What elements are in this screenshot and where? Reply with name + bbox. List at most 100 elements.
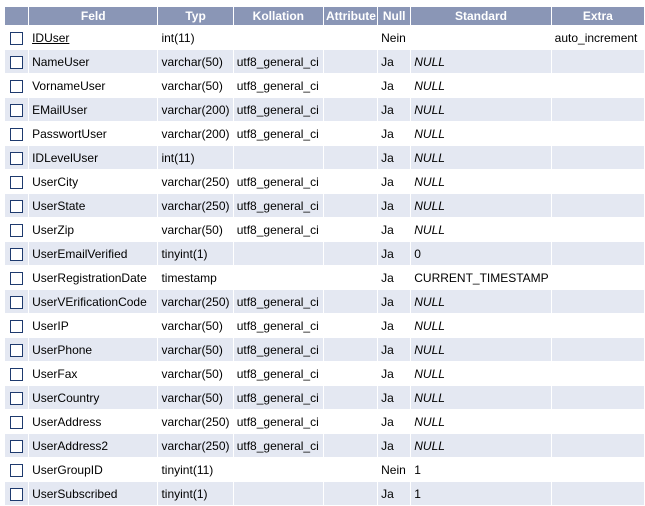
row-select-cell[interactable]: [5, 434, 29, 457]
table-row[interactable]: UserFax varchar(50) utf8_general_ci Ja NULL: [5, 362, 644, 385]
row-checkbox[interactable]: [10, 487, 24, 501]
table-row[interactable]: UserAddress varchar(250) utf8_general_ci Ja…: [5, 410, 644, 433]
cell-attribute: [323, 50, 378, 73]
row-select-cell[interactable]: [5, 74, 29, 97]
row-checkbox[interactable]: [10, 151, 24, 165]
row-select-cell[interactable]: [5, 362, 29, 385]
row-checkbox[interactable]: [10, 223, 24, 237]
cell-attribute: [323, 242, 378, 265]
row-select-cell[interactable]: [5, 242, 29, 265]
header-extra[interactable]: Extra: [551, 7, 644, 25]
row-checkbox[interactable]: [10, 343, 24, 357]
row-select-cell[interactable]: [5, 194, 29, 217]
cell-extra: [551, 434, 644, 457]
row-checkbox[interactable]: [10, 295, 24, 309]
row-checkbox[interactable]: [10, 199, 24, 213]
header-field[interactable]: Feld: [29, 7, 158, 25]
row-select-cell[interactable]: [5, 50, 29, 73]
cell-field[interactable]: EMailUser: [29, 98, 158, 121]
row-select-cell[interactable]: [5, 146, 29, 169]
cell-null: Ja: [378, 122, 411, 145]
cell-extra: [551, 74, 644, 97]
cell-field[interactable]: UserState: [29, 194, 158, 217]
cell-default: 0: [411, 242, 551, 265]
table-row[interactable]: IDUser int(11) Nein auto_increment: [5, 26, 644, 49]
header-attribute[interactable]: Attribute: [323, 7, 378, 25]
cell-field[interactable]: UserFax: [29, 362, 158, 385]
table-row[interactable]: NameUser varchar(50) utf8_general_ci Ja NULL: [5, 50, 644, 73]
cell-collation: [233, 458, 323, 481]
cell-default: NULL: [411, 50, 551, 73]
cell-field[interactable]: PasswortUser: [29, 122, 158, 145]
table-row[interactable]: UserCountry varchar(50) utf8_general_ci Ja N…: [5, 386, 644, 409]
row-checkbox[interactable]: [10, 271, 24, 285]
row-checkbox[interactable]: [10, 79, 24, 93]
cell-field[interactable]: UserPhone: [29, 338, 158, 361]
table-row[interactable]: UserEmailVerified tinyint(1) Ja 0: [5, 242, 644, 265]
cell-field[interactable]: UserGroupID: [29, 458, 158, 481]
header-collation[interactable]: Kollation: [233, 7, 323, 25]
row-select-cell[interactable]: [5, 26, 29, 49]
cell-field[interactable]: UserAddress2: [29, 434, 158, 457]
table-row[interactable]: UserState varchar(250) utf8_general_ci Ja NU…: [5, 194, 644, 217]
row-select-cell[interactable]: [5, 218, 29, 241]
header-type[interactable]: Typ: [158, 7, 233, 25]
cell-field[interactable]: UserZip: [29, 218, 158, 241]
table-row[interactable]: UserAddress2 varchar(250) utf8_general_ci J…: [5, 434, 644, 457]
cell-field[interactable]: UserCountry: [29, 386, 158, 409]
table-row[interactable]: UserVErificationCode varchar(250) utf8_gen…: [5, 290, 644, 313]
row-select-cell[interactable]: [5, 410, 29, 433]
row-select-cell[interactable]: [5, 482, 29, 505]
table-row[interactable]: IDLevelUser int(11) Ja NULL: [5, 146, 644, 169]
row-checkbox[interactable]: [10, 391, 24, 405]
row-select-cell[interactable]: [5, 98, 29, 121]
row-checkbox[interactable]: [10, 415, 24, 429]
cell-field[interactable]: UserIP: [29, 314, 158, 337]
row-select-cell[interactable]: [5, 266, 29, 289]
table-row[interactable]: UserCity varchar(250) utf8_general_ci Ja NUL…: [5, 170, 644, 193]
row-select-cell[interactable]: [5, 170, 29, 193]
cell-null: Ja: [378, 50, 411, 73]
table-row[interactable]: UserRegistrationDate timestamp Ja CURRENT_T…: [5, 266, 644, 289]
row-checkbox[interactable]: [10, 103, 24, 117]
header-null[interactable]: Null: [378, 7, 411, 25]
header-default[interactable]: Standard: [411, 7, 551, 25]
row-select-cell[interactable]: [5, 338, 29, 361]
cell-field[interactable]: UserSubscribed: [29, 482, 158, 505]
row-select-cell[interactable]: [5, 386, 29, 409]
table-row[interactable]: EMailUser varchar(200) utf8_general_ci Ja NU…: [5, 98, 644, 121]
row-checkbox[interactable]: [10, 55, 24, 69]
row-checkbox[interactable]: [10, 127, 24, 141]
row-checkbox[interactable]: [10, 319, 24, 333]
cell-field[interactable]: IDLevelUser: [29, 146, 158, 169]
cell-field[interactable]: UserVErificationCode: [29, 290, 158, 313]
table-row[interactable]: PasswortUser varchar(200) utf8_general_ci J…: [5, 122, 644, 145]
cell-field[interactable]: UserRegistrationDate: [29, 266, 158, 289]
row-checkbox[interactable]: [10, 175, 24, 189]
row-checkbox[interactable]: [10, 439, 24, 453]
cell-field[interactable]: IDUser: [29, 26, 158, 49]
table-row[interactable]: UserZip varchar(50) utf8_general_ci Ja NULL: [5, 218, 644, 241]
table-row[interactable]: UserGroupID tinyint(11) Nein 1: [5, 458, 644, 481]
row-checkbox[interactable]: [10, 463, 24, 477]
cell-default: CURRENT_TIMESTAMP: [411, 266, 551, 289]
row-select-cell[interactable]: [5, 458, 29, 481]
cell-extra: [551, 218, 644, 241]
row-select-cell[interactable]: [5, 290, 29, 313]
cell-null: Ja: [378, 170, 411, 193]
row-checkbox[interactable]: [10, 367, 24, 381]
row-checkbox[interactable]: [10, 31, 24, 45]
row-select-cell[interactable]: [5, 122, 29, 145]
table-row[interactable]: UserSubscribed tinyint(1) Ja 1: [5, 482, 644, 505]
table-row[interactable]: VornameUser varchar(50) utf8_general_ci Ja N…: [5, 74, 644, 97]
table-row[interactable]: UserIP varchar(50) utf8_general_ci Ja NULL: [5, 314, 644, 337]
cell-field[interactable]: NameUser: [29, 50, 158, 73]
row-select-cell[interactable]: [5, 314, 29, 337]
cell-field[interactable]: UserCity: [29, 170, 158, 193]
cell-field[interactable]: UserEmailVerified: [29, 242, 158, 265]
row-checkbox[interactable]: [10, 247, 24, 261]
cell-null: Ja: [378, 386, 411, 409]
cell-field[interactable]: VornameUser: [29, 74, 158, 97]
table-row[interactable]: UserPhone varchar(50) utf8_general_ci Ja NUL…: [5, 338, 644, 361]
cell-field[interactable]: UserAddress: [29, 410, 158, 433]
